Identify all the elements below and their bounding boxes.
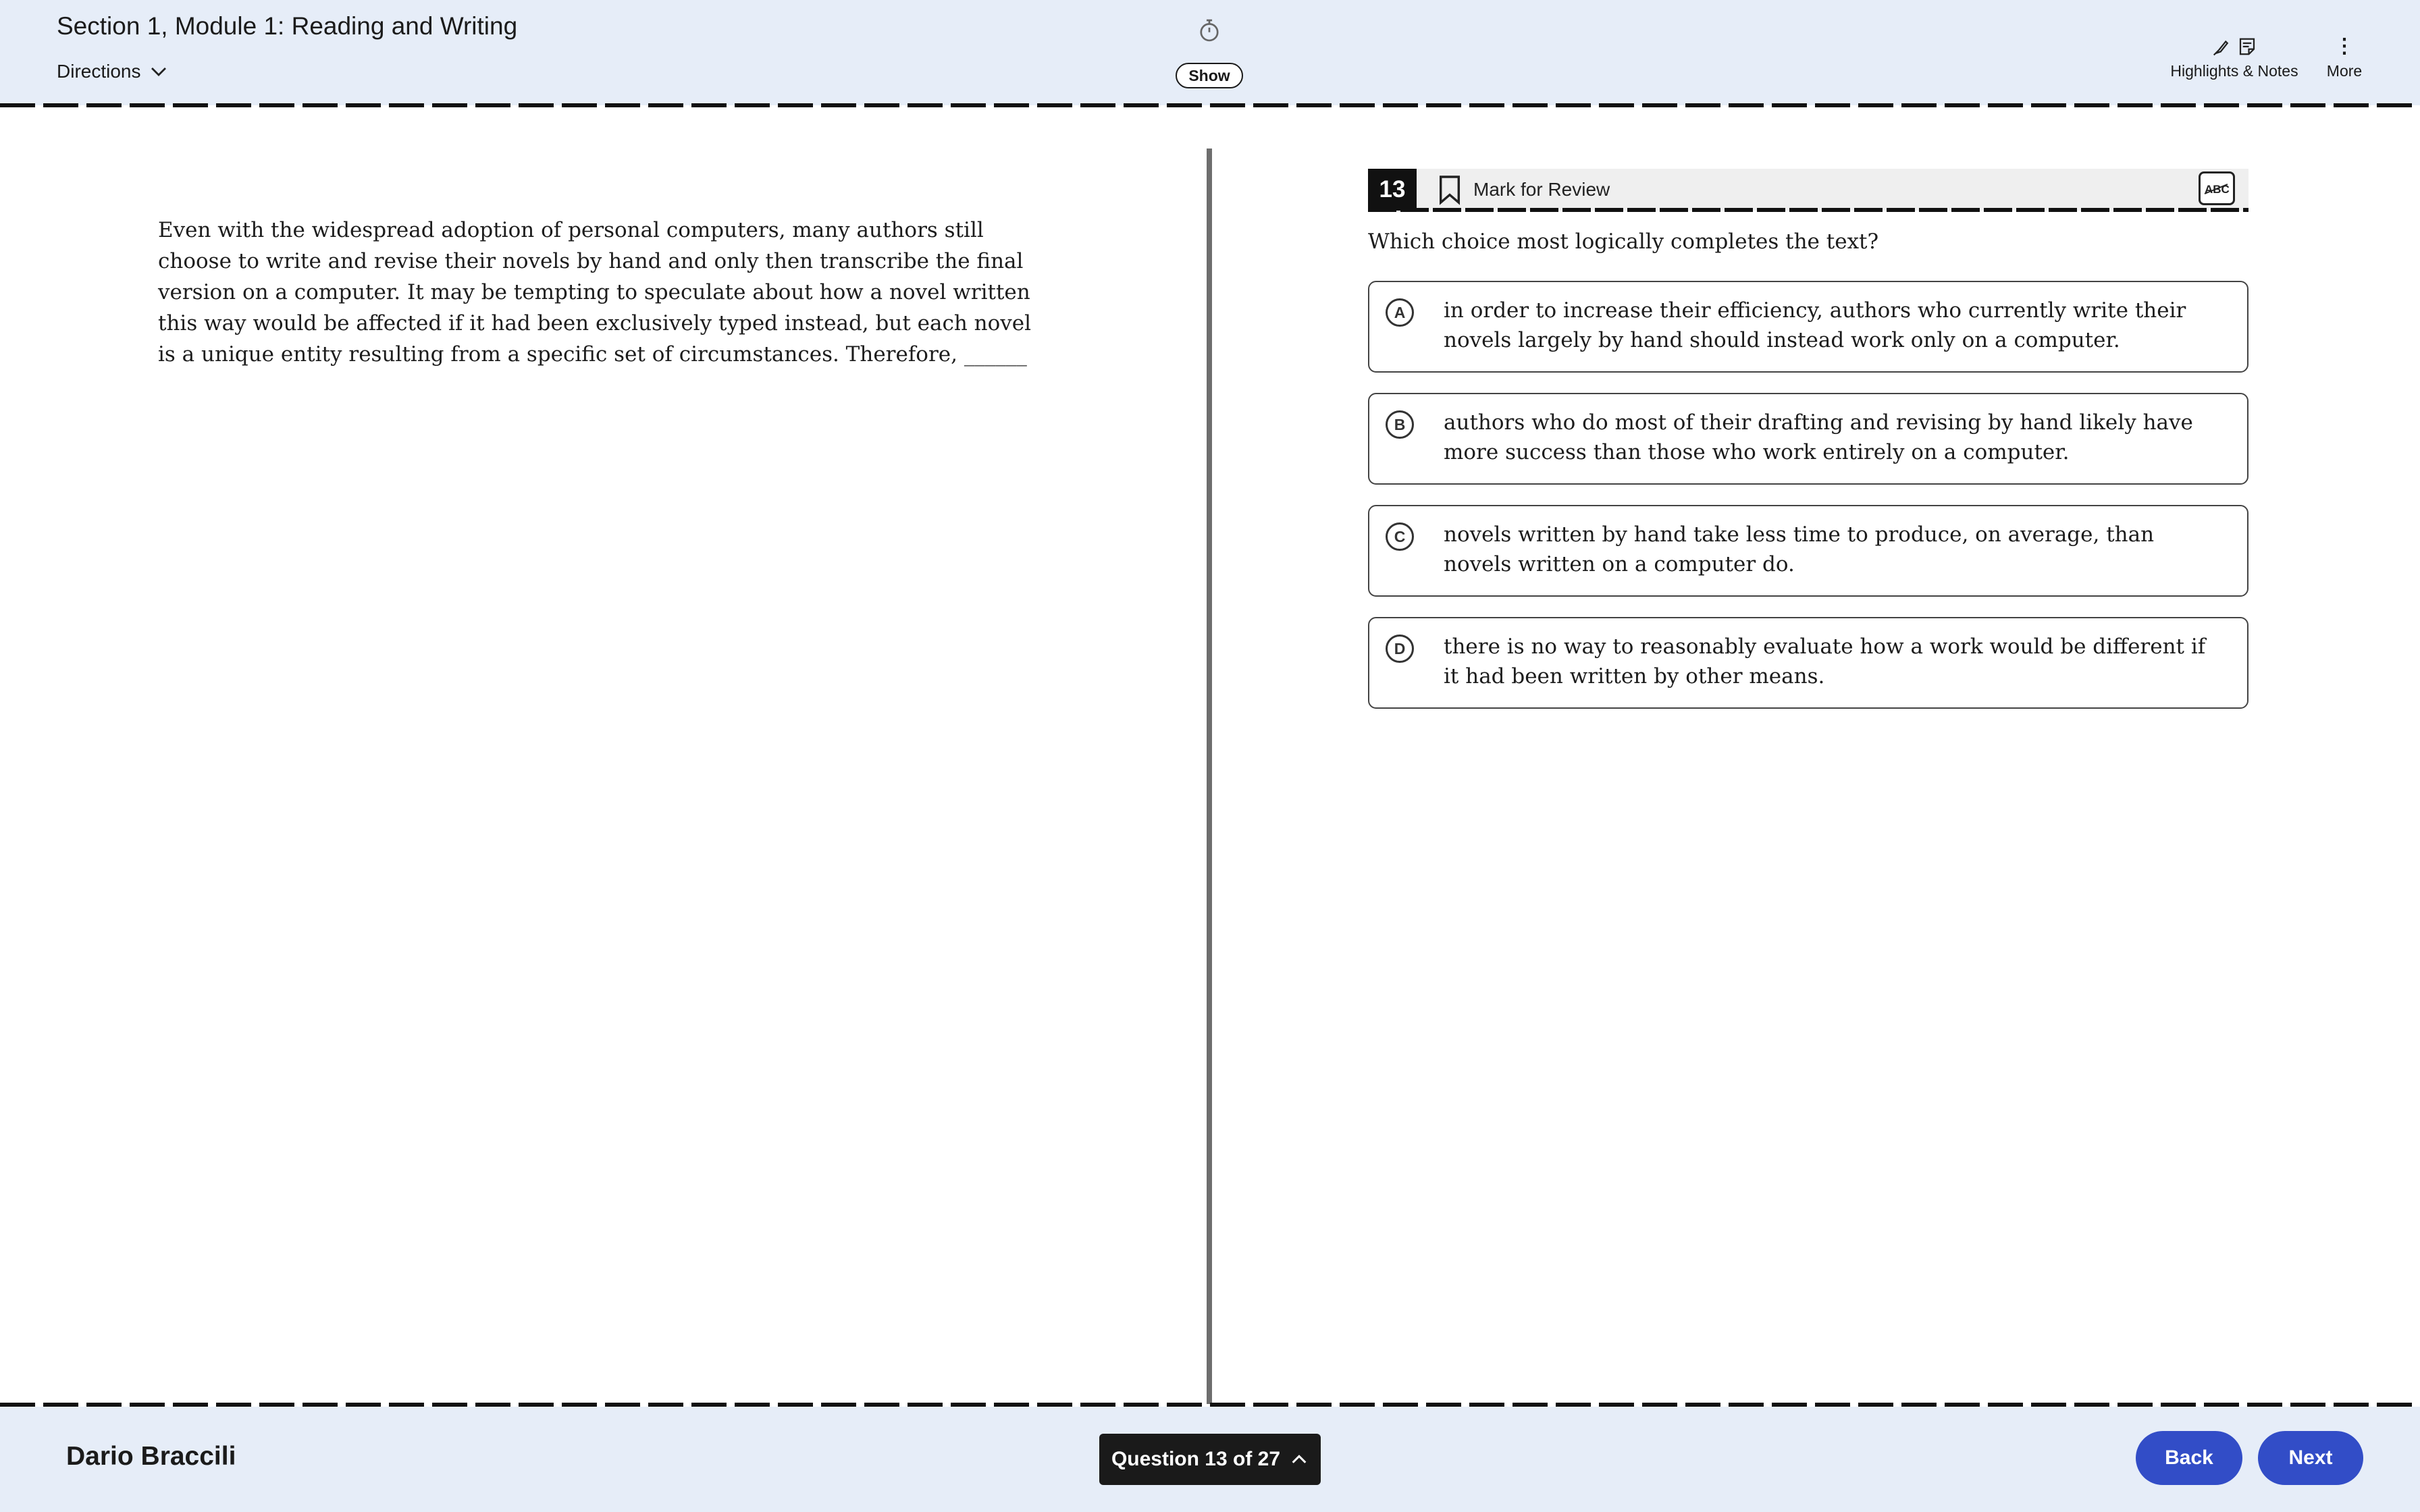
back-button[interactable]: Back [2136, 1431, 2242, 1485]
pane-resize-divider[interactable] [1207, 148, 1212, 1404]
answer-choice-c[interactable]: C novels written by hand take less time … [1368, 505, 2248, 597]
header-divider [0, 103, 2420, 107]
chevron-down-icon [151, 68, 167, 76]
question-prompt: Which choice most logically completes th… [1368, 230, 1879, 254]
question-header-divider [1368, 208, 2248, 212]
choice-letter-b: B [1386, 410, 1414, 439]
mark-for-review-button[interactable]: Mark for Review [1437, 173, 1610, 207]
mark-for-review-label: Mark for Review [1473, 179, 1610, 200]
timer-show-button[interactable]: Show [1176, 63, 1243, 88]
highlights-notes-button[interactable]: Highlights & Notes [2163, 35, 2305, 80]
strikethrough-abc-icon: ABC [2204, 183, 2230, 196]
answer-choice-d[interactable]: D there is no way to reasonably evaluate… [1368, 617, 2248, 709]
choice-letter-c: C [1386, 522, 1414, 551]
student-name: Dario Braccili [66, 1442, 236, 1471]
next-button[interactable]: Next [2258, 1431, 2363, 1485]
choice-text-c: novels written by hand take less time to… [1444, 522, 2155, 576]
choice-text-a: in order to increase their efficiency, a… [1444, 298, 2186, 352]
answer-eliminator-button[interactable]: ABC [2199, 171, 2235, 205]
highlighter-icon [2213, 40, 2229, 56]
reading-passage: Even with the widespread adoption of per… [158, 218, 1032, 367]
timer-icon [1200, 19, 1219, 42]
choice-letter-a: A [1386, 298, 1414, 327]
question-navigator-button[interactable]: Question 13 of 27 [1099, 1434, 1321, 1485]
more-vertical-icon: ⋮ [2334, 35, 2355, 57]
chevron-up-icon [1292, 1455, 1307, 1463]
directions-label: Directions [57, 61, 141, 82]
choice-text-b: authors who do most of their drafting an… [1444, 410, 2193, 464]
section-title: Section 1, Module 1: Reading and Writing [57, 12, 518, 40]
more-label: More [2326, 62, 2363, 80]
more-menu-button[interactable]: ⋮ More [2316, 35, 2373, 80]
question-number: 13 [1368, 169, 1417, 211]
question-navigator-label: Question 13 of 27 [1111, 1448, 1281, 1470]
choice-text-d: there is no way to reasonably evaluate h… [1444, 634, 2206, 688]
notes-icon [2239, 38, 2255, 55]
directions-toggle[interactable]: Directions [57, 61, 169, 82]
footer-divider [0, 1403, 2420, 1407]
bookmark-icon [1439, 176, 1461, 205]
answer-choice-b[interactable]: B authors who do most of their drafting … [1368, 393, 2248, 485]
answer-choice-a[interactable]: A in order to increase their efficiency,… [1368, 281, 2248, 373]
choice-letter-d: D [1386, 634, 1414, 663]
highlights-notes-label: Highlights & Notes [2170, 62, 2298, 80]
